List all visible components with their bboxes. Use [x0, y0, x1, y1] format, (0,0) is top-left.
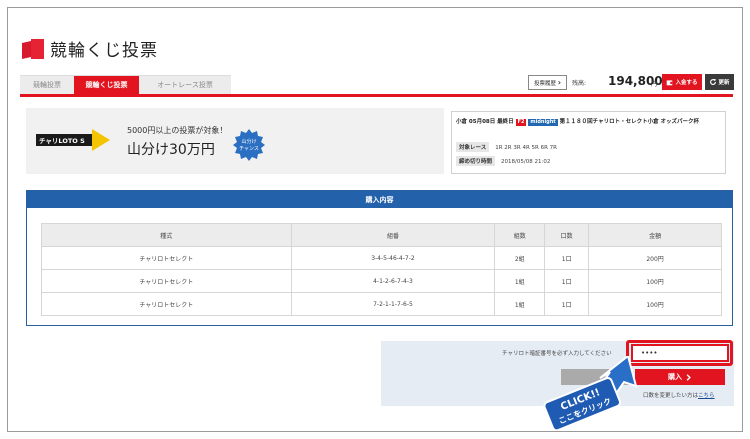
purchase-panel: 購入内容 種式 組番 組数 口数 金額 チャリロトセレクト 3-4-5-46-4…	[26, 190, 733, 326]
deadline: 締め切り時間 2018/05/08 21:02	[456, 156, 550, 166]
column-header: 組番	[290, 223, 496, 247]
banner-headline: 山分け30万円	[127, 142, 215, 158]
table-row: チャリロトセレクト 3-4-5-46-4-7-2 2組 1口 200円	[41, 246, 722, 270]
vote-tabs: 競輪投票 競輪くじ投票 オートレース投票	[20, 75, 231, 94]
wallet-icon	[667, 79, 673, 85]
tab-autorace-vote[interactable]: オートレース投票	[139, 75, 231, 94]
vote-history-button[interactable]: 投票履歴 ›	[528, 75, 567, 90]
purchase-panel-title: 購入内容	[27, 191, 732, 208]
ticket-logo-icon	[22, 38, 44, 59]
column-header: 口数	[544, 223, 590, 247]
target-races: 対象レース 1R 2R 3R 4R 5R 6R 7R	[456, 142, 557, 152]
chevron-right-icon	[686, 373, 691, 381]
grade-badge: F2	[515, 119, 527, 126]
buy-button[interactable]: 購入	[635, 369, 725, 385]
column-header: 種式	[41, 223, 292, 247]
midnight-badge: midnight	[528, 119, 558, 126]
balance-label: 残高:	[572, 80, 587, 87]
chari-loto-logo: チャリLOTO S	[36, 129, 110, 151]
tab-keirin-vote[interactable]: 競輪投票	[20, 75, 74, 94]
update-button[interactable]: 更新	[705, 74, 734, 90]
svg-text:チャリLOTO S: チャリLOTO S	[39, 137, 85, 145]
page-frame: 競輪くじ投票 競輪投票 競輪くじ投票 オートレース投票 投票履歴 › 残高: 1…	[7, 7, 743, 432]
promo-banner[interactable]: チャリLOTO S 5000円以上の投票が対象！ 山分け30万円 山分け チャン…	[26, 108, 444, 174]
deposit-button[interactable]: 入金する	[662, 74, 702, 90]
column-header: 金額	[588, 223, 722, 247]
change-quantity-link[interactable]: こちら	[698, 393, 715, 399]
race-info: 小倉 05月08日 最終日 F2 midnight 第１１８０回チャリロト・セレ…	[451, 111, 726, 174]
purchase-table: 種式 組番 組数 口数 金額 チャリロトセレクト 3-4-5-46-4-7-2 …	[41, 223, 722, 316]
chevron-right-icon: ›	[557, 78, 562, 87]
svg-text:チャンス: チャンス	[239, 146, 259, 152]
tab-keirin-kuji-vote[interactable]: 競輪くじ投票	[74, 75, 139, 94]
change-quantity-text: 口数を変更したい方はこちら	[643, 393, 715, 399]
column-header: 組数	[494, 223, 546, 247]
svg-text:山分け: 山分け	[241, 138, 256, 145]
banner-subtitle: 5000円以上の投票が対象！	[127, 126, 228, 135]
tab-underline	[20, 94, 733, 97]
balance-unit: 円	[651, 81, 658, 88]
chance-badge-icon: 山分け チャンス	[233, 129, 265, 161]
race-title: 小倉 05月08日 最終日 F2 midnight 第１１８０回チャリロト・セレ…	[456, 119, 699, 126]
refresh-icon	[710, 78, 717, 85]
click-callout: CLICK!! ここをクリック	[543, 356, 638, 431]
table-row: チャリロトセレクト 4-1-2-6-7-4-3 1組 1口 100円	[41, 269, 722, 293]
table-row: チャリロトセレクト 7-2-1-1-7-6-5 1組 1口 100円	[41, 292, 722, 316]
page-header: 競輪くじ投票	[22, 36, 158, 61]
page-title: 競輪くじ投票	[50, 41, 158, 61]
